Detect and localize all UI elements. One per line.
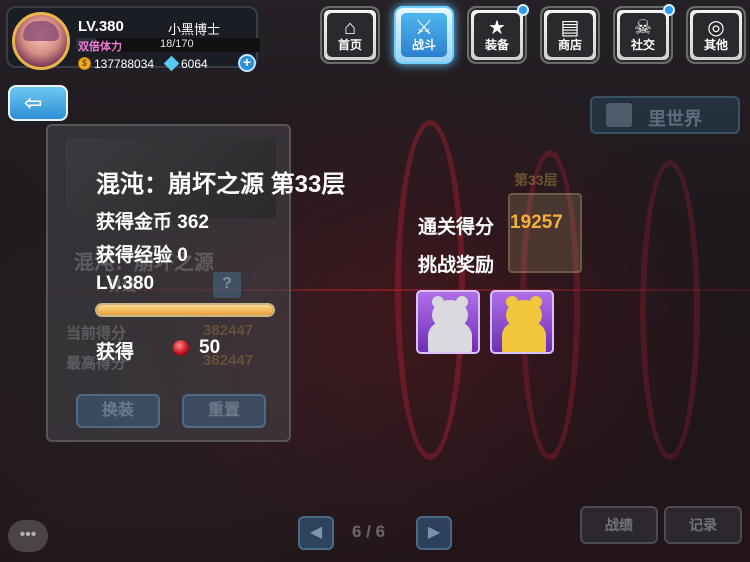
nav-button-2[interactable]: ★ 装备	[467, 4, 529, 64]
nav-label: 装备	[484, 38, 509, 52]
back-button[interactable]: ⇦	[8, 85, 68, 121]
reset-button: 重置	[182, 394, 266, 428]
equipment-icon: ★	[488, 17, 506, 39]
result-level: LV.380	[96, 273, 155, 294]
obtain-value: 50	[199, 337, 221, 358]
nav-button-3[interactable]: ▤ 商店	[540, 6, 600, 64]
notification-dot	[517, 4, 529, 16]
bear-body-icon	[428, 322, 472, 352]
player-name: 小黑博士	[168, 22, 221, 37]
nav-label: 其他	[703, 38, 728, 52]
gold-bear-reward[interactable]	[490, 290, 554, 354]
nav-label: 首页	[337, 38, 362, 52]
chat-button[interactable]: •••	[8, 520, 48, 552]
red-crystal-icon	[172, 339, 190, 357]
prev-page-button[interactable]: ◀	[298, 516, 334, 550]
clear-score-value: 19257	[510, 212, 563, 233]
exp-bar	[95, 303, 275, 317]
gold-earned: 获得金币 362	[96, 212, 209, 233]
next-page-button[interactable]: ▶	[416, 516, 452, 550]
challenge-reward-label: 挑战奖励	[418, 255, 495, 276]
nav-button-4[interactable]: ☠ 社交	[613, 4, 675, 64]
stamina-value: 18/170	[160, 38, 194, 50]
player-level: LV.380	[78, 18, 124, 35]
obtain-label: 获得	[96, 342, 135, 363]
realm-icon	[606, 103, 632, 127]
nav-button-0[interactable]: ⌂ 首页	[320, 6, 380, 64]
realm-button: 里世界	[590, 96, 740, 134]
other-icon: ◎	[707, 17, 725, 39]
nav-label: 战斗	[411, 38, 436, 52]
social-icon: ☠	[634, 17, 652, 39]
help-icon: ?	[213, 272, 241, 298]
background-ring	[640, 160, 700, 460]
nav-label: 商店	[557, 38, 582, 52]
gold-coin-icon: $	[78, 57, 91, 70]
clear-score-label: 通关得分	[418, 217, 495, 238]
gem-amount: 6064	[181, 57, 208, 71]
floor-label: 第33层	[514, 172, 558, 188]
bear-body-icon	[502, 322, 546, 352]
silver-bear-reward[interactable]	[416, 290, 480, 354]
stamina-label: 双倍体力	[78, 41, 122, 53]
avatar[interactable]	[12, 12, 70, 70]
battle-icon: ⚔	[415, 17, 433, 39]
add-currency-button[interactable]: +	[238, 54, 256, 72]
nav-label: 社交	[630, 38, 655, 52]
home-icon: ⌂	[343, 17, 357, 39]
player-profile[interactable]: LV.380 小黑博士 双倍体力 18/170 $ 137788034 6064…	[6, 6, 260, 72]
change-outfit-button: 换装	[76, 394, 160, 428]
shop-icon: ▤	[560, 17, 580, 39]
record-button[interactable]: 战绩	[580, 506, 658, 544]
nav-button-5[interactable]: ◎ 其他	[686, 6, 746, 64]
log-button[interactable]: 记录	[664, 506, 742, 544]
gold-amount: 137788034	[94, 57, 155, 71]
result-title: 混沌：崩坏之源 第33层	[96, 171, 346, 198]
page-indicator: 6 / 6	[352, 522, 386, 541]
realm-label: 里世界	[648, 109, 702, 129]
exp-earned: 获得经验 0	[96, 245, 188, 266]
exp-bar-fill	[97, 305, 273, 315]
notification-dot	[663, 4, 675, 16]
back-arrow-icon: ⇦	[24, 90, 43, 115]
nav-button-1[interactable]: ⚔ 战斗	[394, 6, 454, 64]
